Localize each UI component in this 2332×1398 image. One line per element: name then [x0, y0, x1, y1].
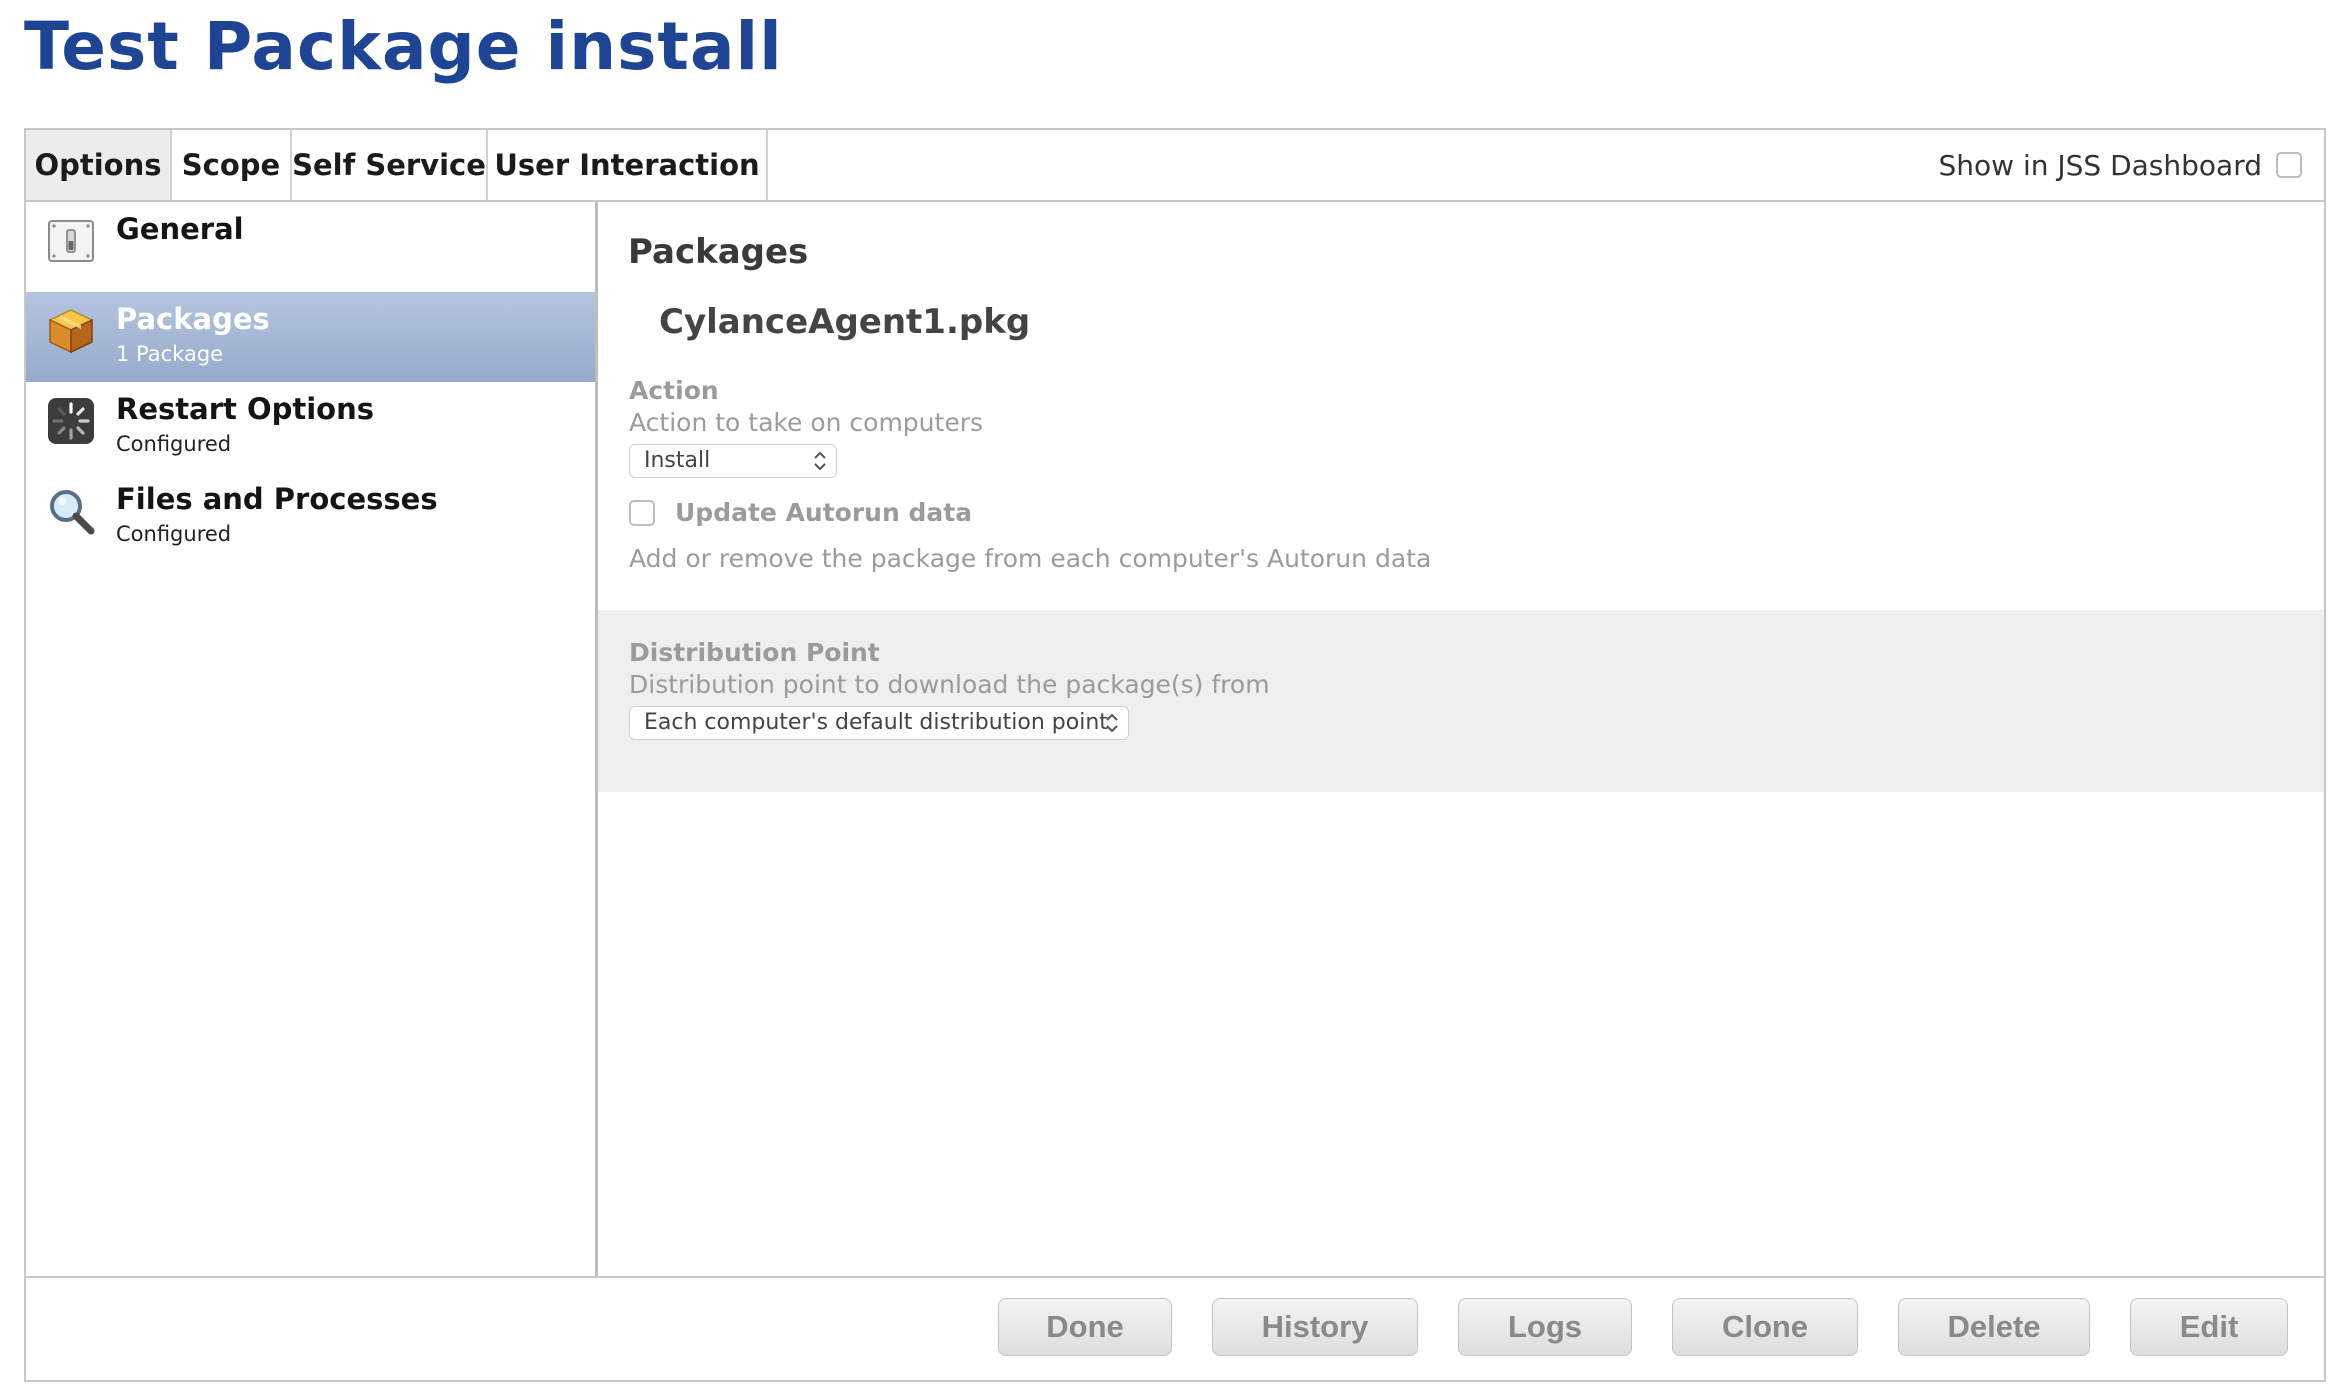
action-select-value: Install: [644, 448, 711, 473]
select-chevrons-icon: [814, 451, 826, 471]
sidebar-item-sublabel: 1 Package: [116, 342, 224, 366]
distribution-description: Distribution point to download the packa…: [629, 670, 1270, 699]
tab-user-interaction[interactable]: User Interaction: [488, 130, 768, 200]
autorun-checkbox[interactable]: [629, 499, 655, 526]
magnifier-icon: [50, 490, 95, 535]
done-button[interactable]: Done: [998, 1298, 1172, 1356]
logs-button[interactable]: Logs: [1458, 1298, 1632, 1356]
sidebar-item-label: Files and Processes: [116, 482, 438, 516]
tab-options[interactable]: Options: [26, 130, 172, 200]
sidebar-item-label: Packages: [116, 302, 270, 336]
restart-spinner-icon: [48, 398, 94, 444]
edit-button[interactable]: Edit: [2130, 1298, 2288, 1356]
autorun-label: Update Autorun data: [675, 498, 973, 527]
package-box-icon: [48, 309, 94, 354]
package-name: CylanceAgent1.pkg: [659, 302, 1031, 342]
action-select[interactable]: Install: [629, 444, 837, 478]
sidebar-item-label: General: [116, 212, 244, 246]
sidebar: General Packages 1 Package Restart Optio…: [26, 202, 598, 1278]
select-chevrons-icon: [1106, 713, 1118, 733]
autorun-description: Add or remove the package from each comp…: [629, 544, 1432, 573]
dashboard-toggle: Show in JSS Dashboard: [1938, 130, 2302, 200]
packages-pane: Packages CylanceAgent1.pkg Action Action…: [598, 202, 2324, 1278]
clone-button[interactable]: Clone: [1672, 1298, 1858, 1356]
history-button[interactable]: History: [1212, 1298, 1418, 1356]
distribution-select-value: Each computer's default distribution poi…: [644, 710, 1108, 735]
dashboard-checkbox[interactable]: [2276, 152, 2302, 178]
action-description: Action to take on computers: [629, 408, 984, 437]
sidebar-item-sublabel: Configured: [116, 522, 232, 546]
section-title: Packages: [628, 232, 809, 272]
policy-panel: Options Scope Self Service User Interact…: [24, 128, 2326, 1382]
sidebar-item-packages[interactable]: Packages 1 Package: [26, 292, 595, 382]
switch-icon: [48, 220, 94, 262]
delete-button[interactable]: Delete: [1898, 1298, 2090, 1356]
sidebar-item-general[interactable]: General: [26, 202, 595, 292]
sidebar-item-files-and-processes[interactable]: Files and Processes Configured: [26, 472, 595, 562]
sidebar-item-label: Restart Options: [116, 392, 374, 426]
tab-self-service[interactable]: Self Service: [292, 130, 488, 200]
distribution-label: Distribution Point: [629, 638, 880, 667]
sidebar-item-restart-options[interactable]: Restart Options Configured: [26, 382, 595, 472]
dashboard-label: Show in JSS Dashboard: [1938, 148, 2263, 182]
action-footer: Done History Logs Clone Delete Edit: [26, 1276, 2324, 1380]
tab-scope[interactable]: Scope: [172, 130, 292, 200]
action-label: Action: [629, 376, 719, 405]
autorun-row: Update Autorun data: [629, 498, 972, 527]
page-title: Test Package install: [24, 8, 783, 85]
distribution-select[interactable]: Each computer's default distribution poi…: [629, 706, 1129, 740]
sidebar-item-sublabel: Configured: [116, 432, 232, 456]
tab-bar: Options Scope Self Service User Interact…: [26, 130, 2324, 202]
distribution-point-section: Distribution Point Distribution point to…: [598, 610, 2324, 792]
